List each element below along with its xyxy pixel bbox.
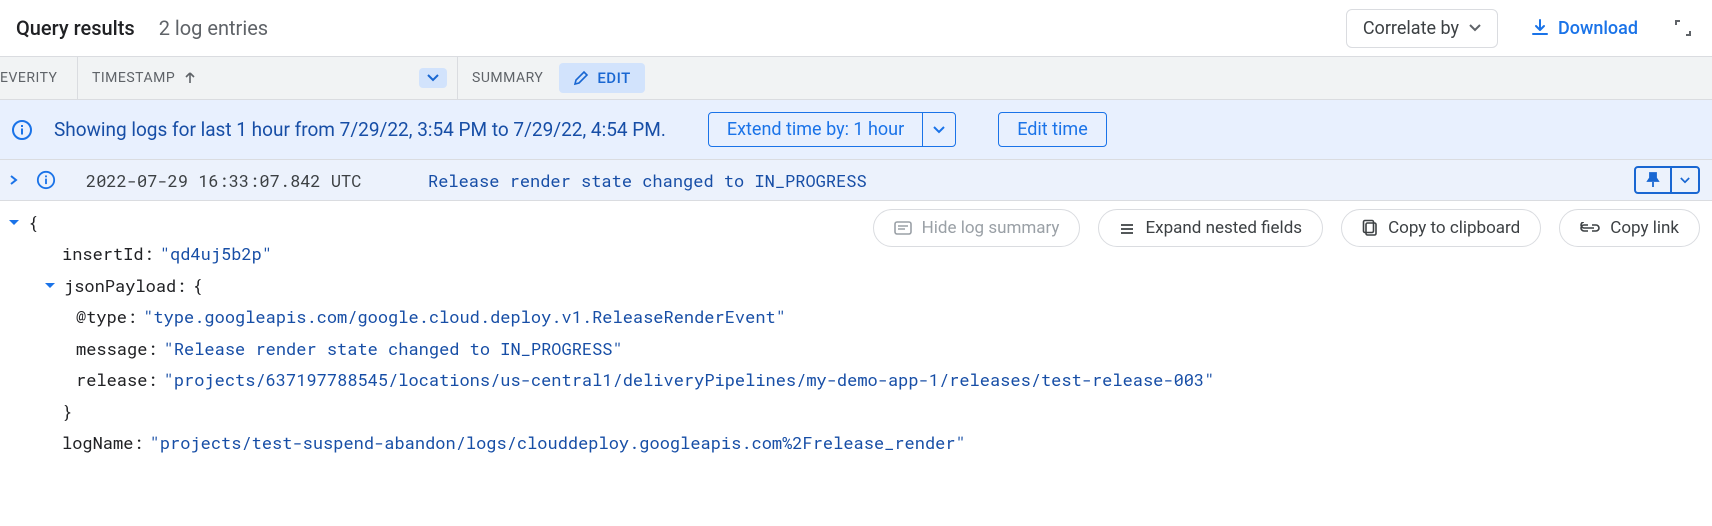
json-payload-close: } (8, 396, 1704, 427)
caret-down-icon[interactable] (8, 218, 26, 228)
timestamp-options-dropdown[interactable] (419, 68, 447, 88)
json-key: @type (76, 301, 127, 332)
extend-time-button[interactable]: Extend time by: 1 hour (708, 112, 956, 147)
pin-dropdown[interactable] (1670, 168, 1698, 192)
json-key: message (76, 333, 147, 364)
json-value: "Release render state changed to IN_PROG… (164, 333, 623, 364)
json-field-jsonPayload[interactable]: jsonPayload: { (8, 270, 1704, 301)
column-headers: EVERITY TIMESTAMP SUMMARY EDIT (0, 56, 1712, 100)
log-detail-panel: Hide log summary Expand nested fields Co… (0, 201, 1712, 465)
col-timestamp-label: TIMESTAMP (92, 70, 175, 86)
col-summary: SUMMARY EDIT (458, 57, 645, 99)
results-header: Query results 2 log entries Correlate by… (0, 0, 1712, 56)
json-field-message[interactable]: message: "Release render state changed t… (8, 333, 1704, 364)
correlate-by-dropdown[interactable]: Correlate by (1346, 9, 1498, 48)
expand-icon (1119, 221, 1135, 235)
link-icon (1580, 222, 1600, 234)
hide-log-summary-button[interactable]: Hide log summary (873, 209, 1081, 247)
copy-link-label: Copy link (1610, 218, 1679, 238)
log-timestamp: 2022-07-29 16:33:07.842 UTC (66, 169, 428, 192)
pin-button[interactable] (1636, 168, 1670, 192)
col-severity-label: EVERITY (0, 70, 57, 86)
pencil-icon (573, 70, 589, 86)
extend-time-dropdown[interactable] (922, 113, 955, 146)
json-key: insertId (62, 238, 144, 269)
hide-log-summary-label: Hide log summary (922, 218, 1060, 238)
json-value: "type.googleapis.com/google.cloud.deploy… (143, 301, 786, 332)
json-value: "projects/test-suspend-abandon/logs/clou… (150, 427, 966, 458)
copy-clipboard-button[interactable]: Copy to clipboard (1341, 209, 1541, 247)
extend-time-label: Extend time by: 1 hour (709, 113, 922, 146)
json-value: "qd4uj5b2p" (160, 238, 272, 269)
download-button[interactable]: Download (1514, 10, 1654, 47)
severity-info-icon (26, 170, 66, 190)
col-timestamp[interactable]: TIMESTAMP (78, 57, 458, 99)
json-field-release[interactable]: release: "projects/637197788545/location… (8, 364, 1704, 395)
col-summary-label: SUMMARY (472, 70, 543, 86)
json-key: logName (62, 427, 133, 458)
log-summary: Release render state changed to IN_PROGR… (428, 169, 1634, 192)
banner-text: Showing logs for last 1 hour from 7/29/2… (54, 118, 666, 141)
edit-time-button[interactable]: Edit time (998, 112, 1107, 147)
copy-clipboard-label: Copy to clipboard (1388, 218, 1520, 238)
page-title: Query results (16, 16, 135, 40)
json-key: release (76, 364, 147, 395)
expand-row-icon[interactable] (8, 174, 26, 186)
copy-link-button[interactable]: Copy link (1559, 209, 1700, 247)
expand-nested-label: Expand nested fields (1145, 218, 1302, 238)
detail-actions: Hide log summary Expand nested fields Co… (873, 209, 1700, 247)
download-label: Download (1558, 18, 1638, 39)
download-icon (1530, 18, 1550, 38)
caret-down-icon[interactable] (44, 281, 62, 291)
caret-down-icon (1469, 24, 1481, 32)
json-key: jsonPayload (64, 270, 176, 301)
expand-nested-button[interactable]: Expand nested fields (1098, 209, 1323, 247)
arrow-up-icon (183, 71, 197, 85)
json-field-type[interactable]: @type: "type.googleapis.com/google.cloud… (8, 301, 1704, 332)
summary-icon (894, 221, 912, 235)
pin-button-group (1634, 166, 1700, 194)
json-field-logName[interactable]: logName: "projects/test-suspend-abandon/… (8, 427, 1704, 458)
correlate-label: Correlate by (1363, 18, 1459, 39)
json-value: "projects/637197788545/locations/us-cent… (164, 364, 1215, 395)
col-severity[interactable]: EVERITY (0, 57, 78, 99)
time-range-banner: Showing logs for last 1 hour from 7/29/2… (0, 100, 1712, 160)
clipboard-icon (1362, 219, 1378, 237)
fullscreen-icon[interactable] (1670, 15, 1696, 41)
result-count: 2 log entries (159, 16, 268, 40)
log-entry-row[interactable]: 2022-07-29 16:33:07.842 UTC Release rend… (0, 160, 1712, 201)
edit-label: EDIT (597, 69, 630, 87)
info-icon (8, 119, 36, 141)
edit-summary-button[interactable]: EDIT (559, 63, 644, 93)
